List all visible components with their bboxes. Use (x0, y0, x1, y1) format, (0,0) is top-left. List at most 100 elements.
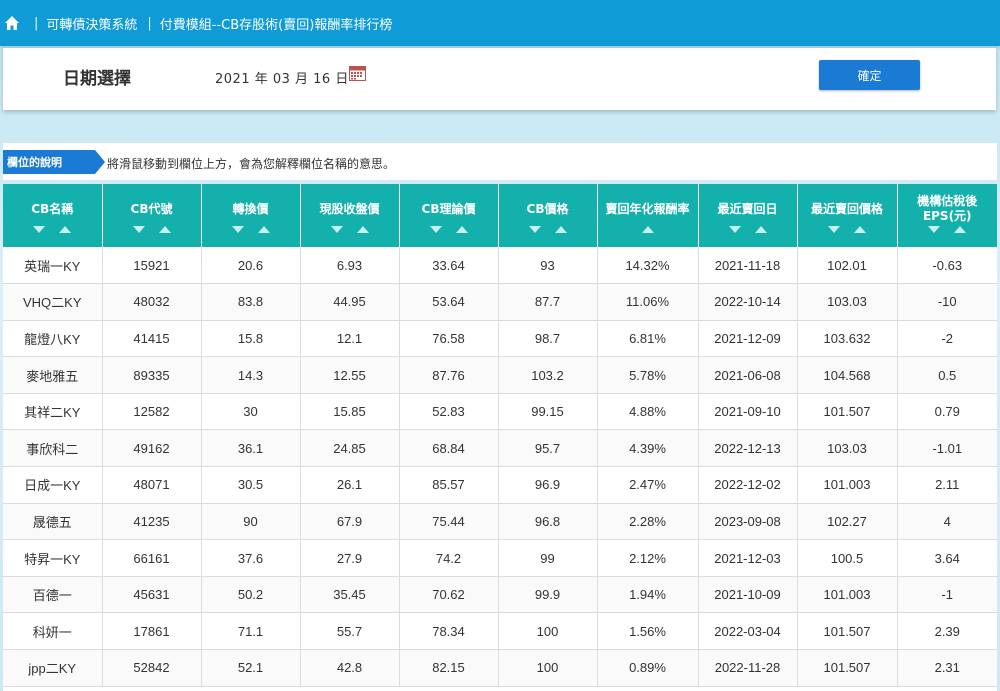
table-row[interactable]: jpp二KY 52842 52.1 42.8 82.15 100 0.89% 2022-11-… (3, 649, 997, 687)
table-cell: 100 (498, 649, 598, 687)
table-cell: 2021-09-10 (698, 393, 798, 431)
table-row[interactable]: 日成一KY 48071 30.5 26.1 85.57 96.9 2.47% 2022-12-… (3, 466, 997, 504)
sort-descending-icon[interactable] (231, 226, 244, 233)
table-row[interactable]: 其祥二KY 12582 30 15.85 52.83 99.15 4.88% 2021-09-… (3, 393, 997, 431)
table-cell: 2022-11-28 (698, 649, 798, 687)
table-cell: 85.57 (399, 466, 499, 504)
sort-descending-icon[interactable] (33, 226, 46, 233)
table-cell: 2022-12-02 (698, 466, 798, 504)
table-cell: 74.2 (399, 539, 499, 577)
column-header-label: 賣回年化報酬率 (605, 201, 690, 216)
table-row[interactable]: 晟德五 41235 90 67.9 75.44 96.8 2.28% 2023-09-08 10… (3, 503, 997, 541)
column-description-bar: 欄位的說明 將滑鼠移動到欄位上方，會為您解釋欄位名稱的意思。 (3, 143, 997, 180)
column-header[interactable]: CB價格 (498, 184, 598, 247)
table-cell: 99.15 (498, 393, 598, 431)
table-cell: jpp二KY (3, 649, 103, 687)
table-cell: 68.84 (399, 429, 499, 468)
table-cell: 2.31 (897, 649, 997, 687)
sort-ascending-icon[interactable] (257, 226, 270, 233)
column-header-label: 最近賣回日 (717, 201, 778, 216)
sort-ascending-icon[interactable] (641, 226, 654, 233)
table-cell: 41235 (102, 503, 202, 541)
table-cell: 100.5 (797, 539, 898, 577)
table-cell: 12582 (102, 393, 202, 431)
table-cell: 96.8 (498, 503, 598, 541)
sort-descending-icon[interactable] (928, 226, 941, 233)
table-cell: 44.95 (300, 283, 400, 321)
sort-descending-icon[interactable] (429, 226, 442, 233)
sort-descending-icon[interactable] (330, 226, 343, 233)
table-cell: 2022-03-04 (698, 612, 798, 651)
column-description-text: 將滑鼠移動到欄位上方，會為您解釋欄位名稱的意思。 (107, 157, 396, 171)
table-row[interactable]: 百德一 45631 50.2 35.45 70.62 99.9 1.94% 2021-10-0… (3, 576, 997, 614)
table-cell: 101.003 (797, 466, 898, 504)
date-selection-title: 日期選擇 (63, 69, 131, 89)
home-icon[interactable] (4, 15, 20, 31)
table-cell: 2.39 (897, 612, 997, 651)
sort-descending-icon[interactable] (132, 226, 145, 233)
table-row[interactable]: 特昇一KY 66161 37.6 27.9 74.2 99 2.12% 2021-12-03 1… (3, 539, 997, 577)
table-cell: 26.1 (300, 466, 400, 504)
table-cell: 2.12% (597, 539, 699, 577)
table-cell: 103.2 (498, 356, 598, 394)
sort-ascending-icon[interactable] (554, 226, 567, 233)
sort-ascending-icon[interactable] (754, 226, 767, 233)
table-row[interactable]: 英瑞一KY 15921 20.6 6.93 33.64 93 14.32% 2021-11-1… (3, 247, 997, 285)
sort-ascending-icon[interactable] (455, 226, 468, 233)
table-row[interactable]: 麥地雅五 89335 14.3 12.55 87.76 103.2 5.78% 2021-06… (3, 356, 997, 394)
table-cell: 33.64 (399, 247, 499, 285)
table-cell: 百德一 (3, 576, 103, 614)
sort-descending-icon[interactable] (828, 226, 840, 233)
calendar-icon[interactable] (349, 66, 366, 81)
column-header[interactable]: CB理論價 (399, 184, 499, 247)
table-cell: 55.7 (300, 612, 400, 651)
table-cell: 2.28% (597, 503, 699, 541)
date-value[interactable]: 2021 年 03 月 16 日 (215, 68, 349, 87)
table-cell: 科妍一 (3, 612, 103, 651)
sort-controls (703, 226, 793, 233)
table-cell: 87.7 (498, 283, 598, 321)
table-cell: 48071 (102, 466, 202, 504)
sort-descending-icon[interactable] (728, 226, 741, 233)
table-cell: 1.94% (597, 576, 699, 614)
table-row[interactable]: 科妍一 17861 71.1 55.7 78.34 100 1.56% 2022-03-04 1… (3, 612, 997, 651)
table-cell: 83.8 (201, 283, 301, 321)
table-cell: 42.8 (300, 649, 400, 687)
table-cell: 2023-09-08 (698, 503, 798, 541)
table-body: 英瑞一KY 15921 20.6 6.93 33.64 93 14.32% 2021-11-1… (3, 247, 997, 687)
breadcrumb-item-system[interactable]: 可轉債決策系統 (46, 14, 137, 33)
date-selection-panel: 日期選擇 2021 年 03 月 16 日 確定 (3, 48, 996, 110)
sort-ascending-icon[interactable] (158, 226, 171, 233)
table-cell: VHQ二KY (3, 283, 103, 321)
table-cell: 67.9 (300, 503, 400, 541)
column-header[interactable]: 賣回年化報酬率 (597, 184, 699, 247)
sort-ascending-icon[interactable] (59, 226, 72, 233)
sort-ascending-icon[interactable] (954, 226, 967, 233)
sort-descending-icon[interactable] (528, 226, 541, 233)
sort-ascending-icon[interactable] (854, 226, 866, 233)
column-header[interactable]: 現股收盤價 (300, 184, 400, 247)
table-row[interactable]: 龍燈八KY 41415 15.8 12.1 76.58 98.7 6.81% 2021-12-… (3, 320, 997, 358)
column-header-label: 現股收盤價 (319, 201, 380, 216)
column-header[interactable]: CB代號 (102, 184, 202, 247)
table-row[interactable]: 事欣科二 49162 36.1 24.85 68.84 95.7 4.39% 2022-12-… (3, 429, 997, 468)
table-row[interactable]: VHQ二KY 48032 83.8 44.95 53.64 87.7 11.06% 2022-… (3, 283, 997, 321)
confirm-button[interactable]: 確定 (819, 60, 920, 90)
column-header[interactable]: 最近賣回日 (698, 184, 798, 247)
breadcrumb-item-module[interactable]: 付費模組--CB存股術(賣回)報酬率排行榜 (160, 14, 393, 33)
column-header[interactable]: 最近賣回價格 (797, 184, 898, 247)
table-cell: 96.9 (498, 466, 598, 504)
table-cell: 4.88% (597, 393, 699, 431)
column-header-label: CB理論價 (421, 201, 476, 216)
table-cell: 101.507 (797, 393, 898, 431)
table-cell: 特昇一KY (3, 539, 103, 577)
table-cell: 104.568 (797, 356, 898, 394)
column-header[interactable]: CB名稱 (3, 184, 103, 247)
column-header[interactable]: 轉換價 (201, 184, 301, 247)
table-cell: 6.93 (300, 247, 400, 285)
table-cell: 12.55 (300, 356, 400, 394)
sort-ascending-icon[interactable] (356, 226, 369, 233)
table-cell: 2022-10-14 (698, 283, 798, 321)
column-header[interactable]: 機構估稅後EPS(元) (897, 184, 997, 247)
ranking-table-container: CB名稱 CB代號 轉換價 現股收盤價 CB理論價 CB價格 賣回年化報酬率 最近賣回日 最近賣… (3, 184, 997, 691)
